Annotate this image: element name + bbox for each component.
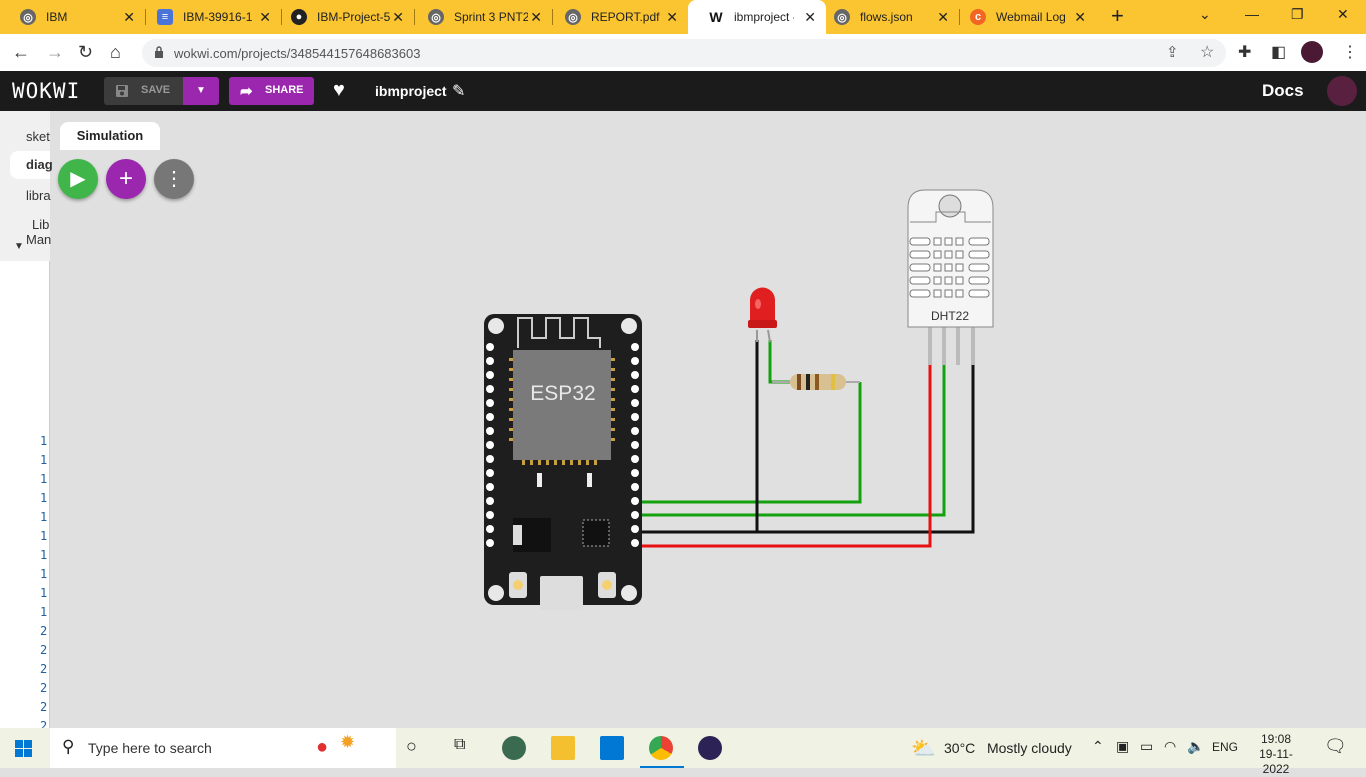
clock-time: 19:08 [1260,732,1292,746]
sun-icon: ✹ [340,732,356,752]
cloud-sun-icon: ⛅ [911,738,936,760]
search-icon: ⚲ [62,737,75,756]
wifi-icon[interactable]: ◠ [1164,738,1176,755]
app-icon[interactable] [502,736,526,760]
dht22-sensor[interactable]: DHT22 [907,189,994,365]
led-red[interactable] [748,287,777,343]
volume-icon[interactable]: 🔈 [1187,738,1204,755]
meet-icon[interactable]: ▣ [1116,738,1129,755]
windows-start-icon[interactable] [15,740,32,757]
eclipse-icon[interactable] [698,736,722,760]
notification-icon[interactable]: 🗨 [1324,736,1347,757]
wire-green-dht-data[interactable] [637,362,946,517]
chrome-icon[interactable] [649,736,673,760]
weather-temp: 30°C [944,740,976,756]
weather-widget[interactable]: 30°C Mostly cloudy [944,740,1072,756]
system-clock[interactable]: 19:08 19-11-2022 [1246,732,1306,777]
clock-date: 19-11-2022 [1259,747,1293,776]
esp32-label: ESP32 [530,382,595,405]
wires [637,340,975,548]
resistor[interactable] [772,374,860,390]
task-view-icon[interactable]: ⧉ [454,736,465,754]
search-placeholder: Type here to search [88,740,212,756]
taskbar-search-input[interactable]: ⚲ Type here to search ● ✹ [50,728,396,768]
cortana-icon[interactable]: ○ [406,736,417,757]
mail-icon[interactable] [600,736,624,760]
wire-green-resistor[interactable] [637,382,862,504]
dht22-label: DHT22 [931,309,969,323]
wire-green-led-anode[interactable] [768,340,790,384]
esp32-board[interactable]: ESP32 [484,314,642,610]
circuit-canvas: ESP32 DHT22 [484,189,994,610]
search-highlight-icon: ● [316,736,329,758]
battery-icon[interactable]: ▭ [1140,738,1153,755]
windows-taskbar: ⚲ Type here to search ● ✹ ○ ⧉ ⛅ 30°C Mos… [0,728,1366,776]
language-indicator[interactable]: ENG [1212,740,1238,754]
tray-chevron-icon[interactable]: ⌃ [1092,738,1104,755]
wire-red-vcc[interactable] [637,362,932,548]
file-explorer-icon[interactable] [551,736,575,760]
weather-desc: Mostly cloudy [986,740,1072,756]
